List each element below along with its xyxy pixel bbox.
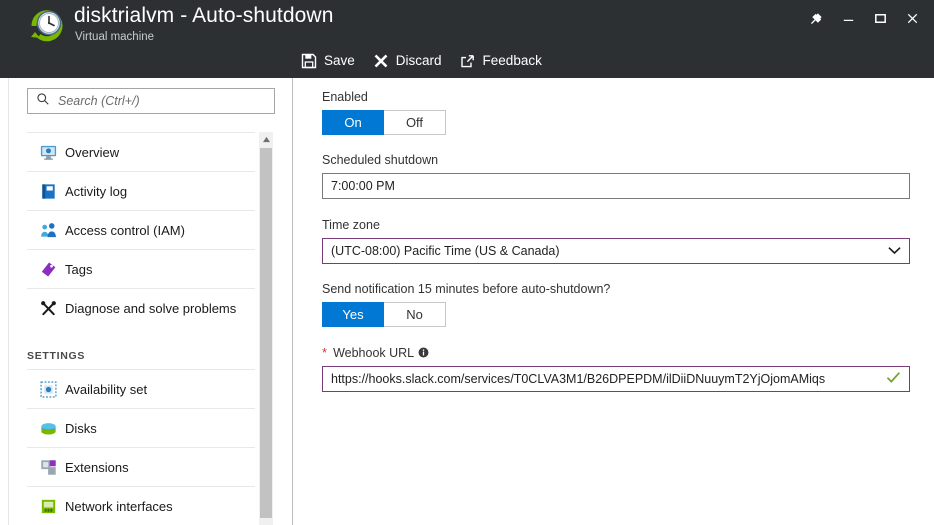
people-icon bbox=[31, 221, 65, 240]
extensions-icon bbox=[31, 458, 65, 477]
scrollbar-thumb[interactable] bbox=[260, 148, 272, 518]
scheduled-shutdown-label: Scheduled shutdown bbox=[322, 153, 439, 167]
sidebar-item-label: Access control (IAM) bbox=[65, 222, 185, 238]
save-icon bbox=[301, 53, 317, 69]
scheduled-shutdown-input[interactable] bbox=[331, 179, 901, 193]
sidebar-scrollbar[interactable] bbox=[259, 132, 273, 525]
enabled-off-option[interactable]: Off bbox=[384, 110, 446, 135]
search-box[interactable] bbox=[27, 88, 275, 114]
enabled-label: Enabled bbox=[322, 90, 368, 104]
tag-icon bbox=[31, 260, 65, 279]
feedback-label: Feedback bbox=[482, 53, 542, 68]
sidebar-item-extensions[interactable]: Extensions bbox=[27, 447, 255, 486]
sidebar-item-label: Availability set bbox=[65, 381, 148, 397]
scroll-up-icon[interactable] bbox=[259, 132, 273, 147]
book-icon bbox=[31, 182, 65, 201]
clock-refresh-icon bbox=[26, 4, 66, 44]
info-icon[interactable] bbox=[418, 347, 429, 358]
notification-no-option[interactable]: No bbox=[384, 302, 446, 327]
enabled-toggle: On Off bbox=[322, 110, 446, 135]
auto-shutdown-form: Enabled On Off Scheduled shutdown Time z… bbox=[293, 78, 934, 525]
sidebar-item-label: Extensions bbox=[65, 459, 129, 475]
sidebar-item-access-control[interactable]: Access control (IAM) bbox=[27, 210, 255, 249]
disk-icon bbox=[31, 419, 65, 438]
pin-icon[interactable] bbox=[800, 4, 832, 32]
sidebar-item-label: Disks bbox=[65, 420, 97, 436]
sidebar-item-diagnose[interactable]: Diagnose and solve problems bbox=[27, 288, 255, 327]
timezone-value: (UTC-08:00) Pacific Time (US & Canada) bbox=[331, 244, 560, 258]
left-edge-strip bbox=[0, 78, 9, 525]
sidebar-item-label: Tags bbox=[65, 261, 93, 277]
sidebar-item-overview[interactable]: Overview bbox=[27, 132, 255, 171]
sidebar-item-network-interfaces[interactable]: Network interfaces bbox=[27, 486, 255, 525]
azure-auto-shutdown-window: disktrialvm - Auto-shutdown Virtual mach… bbox=[0, 0, 934, 525]
wrench-screwdriver-icon bbox=[31, 299, 65, 318]
required-marker: * bbox=[322, 345, 328, 360]
discard-label: Discard bbox=[395, 53, 442, 68]
monitor-icon bbox=[31, 143, 65, 162]
scheduled-shutdown-field[interactable] bbox=[322, 173, 910, 199]
sidebar-item-label: Activity log bbox=[65, 183, 128, 199]
save-label: Save bbox=[324, 53, 355, 68]
discard-icon bbox=[373, 53, 389, 69]
sidebar-item-activity-log[interactable]: Activity log bbox=[27, 171, 255, 210]
notification-label: Send notification 15 minutes before auto… bbox=[322, 282, 611, 296]
webhook-label: Webhook URL bbox=[333, 345, 415, 360]
sidebar-section-settings: SETTINGS bbox=[27, 350, 86, 362]
timezone-label: Time zone bbox=[322, 218, 380, 232]
resource-nav-list: Overview Activity log Access control (IA… bbox=[27, 132, 255, 525]
sidebar-item-label: Diagnose and solve problems bbox=[65, 300, 237, 316]
notification-toggle: Yes No bbox=[322, 302, 446, 327]
save-button[interactable]: Save bbox=[292, 45, 364, 76]
notification-yes-option[interactable]: Yes bbox=[322, 302, 384, 327]
sidebar-item-label: Overview bbox=[65, 144, 120, 160]
feedback-button[interactable]: Feedback bbox=[451, 45, 551, 76]
availability-set-icon bbox=[31, 380, 65, 399]
search-icon bbox=[36, 92, 50, 111]
sidebar-item-disks[interactable]: Disks bbox=[27, 408, 255, 447]
webhook-url-field[interactable] bbox=[322, 366, 910, 392]
network-interface-icon bbox=[31, 497, 65, 516]
title-bar: disktrialvm - Auto-shutdown Virtual mach… bbox=[0, 0, 934, 78]
chevron-down-icon bbox=[888, 244, 901, 258]
sidebar-item-tags[interactable]: Tags bbox=[27, 249, 255, 288]
discard-button[interactable]: Discard bbox=[364, 45, 451, 76]
enabled-on-option[interactable]: On bbox=[322, 110, 384, 135]
command-bar: Save Discard Feedback bbox=[292, 45, 934, 76]
page-title: disktrialvm - Auto-shutdown bbox=[74, 4, 334, 27]
close-icon[interactable] bbox=[896, 4, 928, 32]
webhook-url-input[interactable] bbox=[331, 372, 880, 386]
webhook-label-row: * Webhook URL bbox=[322, 345, 429, 360]
page-subtitle: Virtual machine bbox=[75, 31, 155, 43]
checkmark-icon bbox=[886, 371, 901, 388]
window-controls bbox=[800, 4, 928, 32]
sidebar-item-availability-set[interactable]: Availability set bbox=[27, 369, 255, 408]
maximize-icon[interactable] bbox=[864, 4, 896, 32]
minimize-icon[interactable] bbox=[832, 4, 864, 32]
search-input[interactable] bbox=[58, 94, 258, 108]
feedback-icon bbox=[460, 53, 476, 69]
resource-menu-blade: Overview Activity log bbox=[9, 78, 292, 525]
sidebar-item-label: Network interfaces bbox=[65, 498, 173, 514]
timezone-select[interactable]: (UTC-08:00) Pacific Time (US & Canada) bbox=[322, 238, 910, 264]
